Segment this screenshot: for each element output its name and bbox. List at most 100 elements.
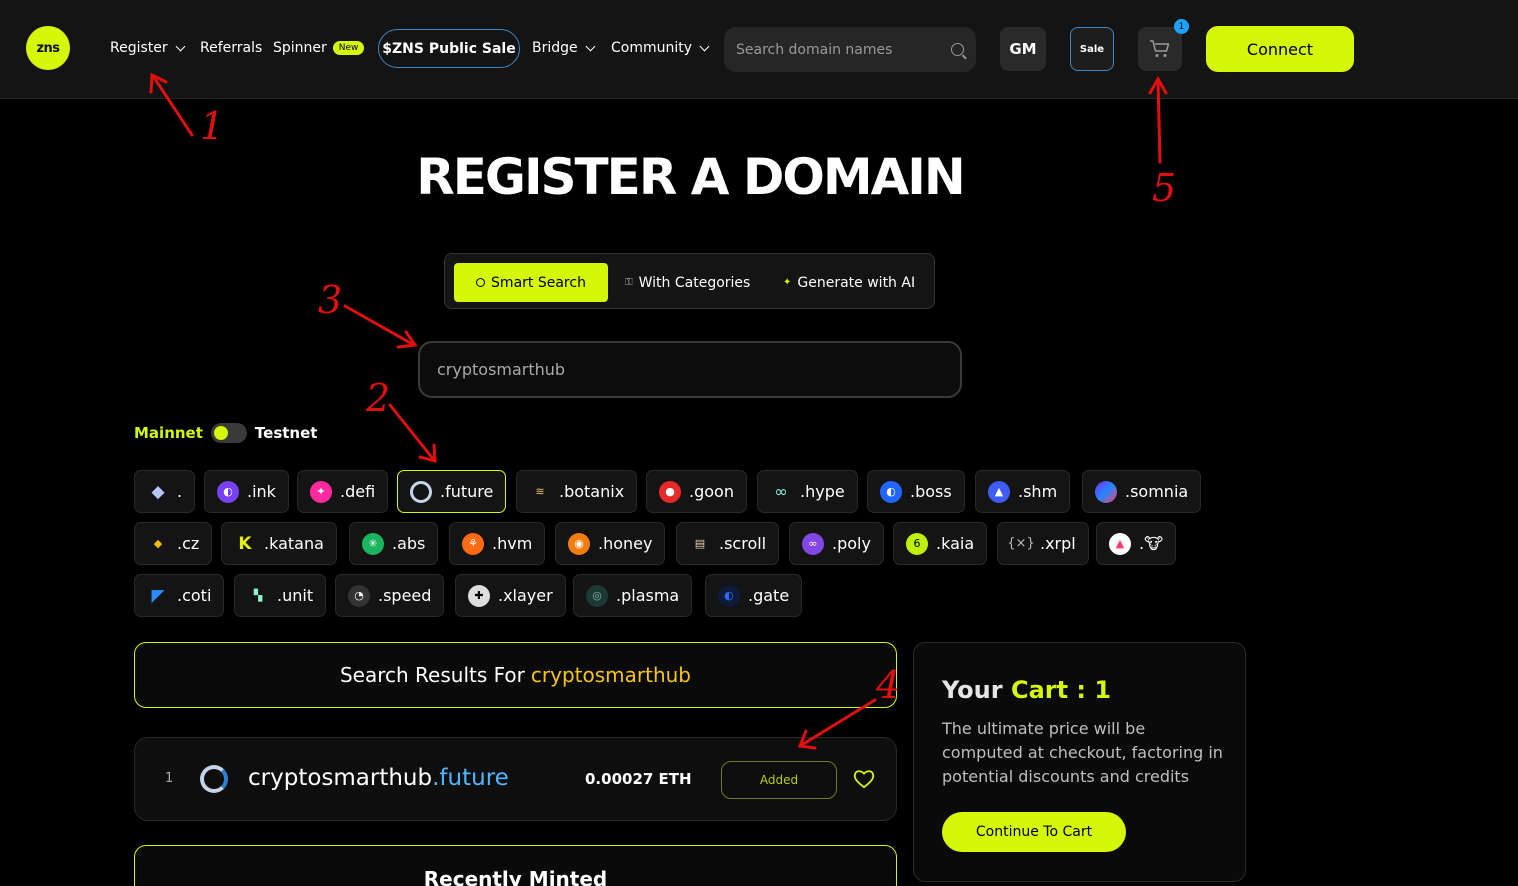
network-toggle[interactable] — [210, 423, 247, 443]
unit-icon: ▚ — [253, 589, 263, 602]
tld-chip-gate[interactable]: ◐ .gate — [705, 574, 803, 617]
tld-chip-kaia[interactable]: 6 .kaia — [893, 522, 988, 565]
tld-label: . — [177, 482, 183, 501]
tld-chip-goon[interactable]: ● .goon — [646, 470, 747, 513]
search-mode-tabs: Smart Search ⚿ With Categories ✦ Generat… — [444, 253, 935, 309]
ethereum-icon: ◆ — [151, 481, 165, 502]
tld-chip-defi[interactable]: ✦ .defi — [297, 470, 389, 513]
zns-logo[interactable]: zns — [26, 26, 70, 70]
nav-bridge[interactable]: Bridge — [532, 40, 596, 56]
gm-button[interactable]: GM — [1000, 27, 1046, 71]
cart-count-badge: 1 — [1174, 19, 1189, 34]
speed-icon: ◔ — [348, 584, 370, 607]
result-domain-name: cryptosmarthub — [248, 765, 433, 791]
xlayer-icon: ✚ — [468, 584, 490, 607]
tld-chip-plasma[interactable]: ◎ .plasma — [573, 574, 693, 617]
tld-label: .abs — [392, 534, 426, 553]
goon-icon: ● — [659, 480, 681, 503]
sparkle-icon: ✦ — [783, 277, 792, 288]
tld-label: .shm — [1018, 482, 1058, 501]
nav-community[interactable]: Community — [611, 40, 710, 56]
future-icon — [200, 765, 228, 793]
tld-chip-ink[interactable]: ◐ .ink — [204, 470, 289, 513]
cart-panel: Your Cart : 1 The ultimate price will be… — [913, 642, 1246, 882]
annotation-4: 4 — [876, 663, 901, 707]
tld-chip-somnia[interactable]: .somnia — [1082, 470, 1202, 513]
nav-spinner-label: Spinner — [273, 40, 327, 56]
tld-label: .hvm — [492, 534, 533, 553]
nav-register-label: Register — [110, 40, 168, 56]
future-icon — [410, 480, 432, 503]
cart-button[interactable] — [1138, 27, 1182, 71]
poly-icon: ∞ — [802, 532, 824, 555]
hvm-icon: ⚘ — [462, 532, 484, 555]
cart-description: The ultimate price will be computed at c… — [942, 719, 1223, 786]
chevron-down-icon — [585, 41, 596, 51]
sale-button[interactable]: Sale — [1070, 27, 1114, 71]
tld-label: .hype — [800, 482, 845, 501]
tld-chip-botanix[interactable]: ≋ .botanix — [516, 470, 638, 513]
tld-label: .poly — [832, 534, 871, 553]
public-sale-button[interactable]: $ZNS Public Sale — [378, 29, 520, 68]
abs-icon: ✳ — [362, 532, 384, 555]
connect-button[interactable]: Connect — [1206, 26, 1354, 72]
tld-chip-hype[interactable]: ∞ .hype — [757, 470, 858, 513]
added-button[interactable]: Added — [721, 761, 837, 799]
chevron-down-icon — [175, 41, 186, 51]
top-nav: zns Register Referrals Spinner New $ZNS … — [0, 0, 1518, 99]
result-domain-tld: .future — [432, 765, 509, 791]
tld-chip-eth[interactable]: ◆ . — [134, 470, 196, 513]
shm-icon: ▲ — [988, 480, 1010, 503]
tld-chip-xrpl[interactable]: {×} .xrpl — [997, 522, 1089, 565]
tld-label: .plasma — [616, 586, 680, 605]
result-row: 1 cryptosmarthub.future 0.00027 ETH Adde… — [134, 737, 897, 821]
search-icon[interactable] — [951, 43, 964, 56]
tld-chip-xlayer[interactable]: ✚ .xlayer — [455, 574, 566, 617]
nav-register[interactable]: Register — [110, 40, 186, 56]
tld-chip-cow[interactable]: ▲ .🐮 — [1096, 522, 1177, 565]
nav-referrals[interactable]: Referrals — [200, 40, 262, 56]
tld-label: .future — [440, 482, 494, 501]
tld-label: .xrpl — [1040, 534, 1076, 553]
recently-minted-heading: Recently Minted — [134, 845, 897, 886]
domain-search-bar — [724, 27, 976, 72]
tab-generate-ai[interactable]: ✦ Generate with AI — [783, 263, 915, 302]
annotation-1: 1 — [200, 104, 225, 148]
tld-label: .somnia — [1125, 482, 1189, 501]
gate-icon: ◐ — [718, 584, 740, 607]
tld-label: .goon — [689, 482, 734, 501]
tld-chip-future[interactable]: .future — [397, 470, 507, 513]
cart-title: Your Cart : 1 — [942, 676, 1111, 704]
tld-chip-speed[interactable]: ◔ .speed — [335, 574, 445, 617]
cz-icon: ◆ — [153, 537, 163, 550]
tld-chip-shm[interactable]: ▲ .shm — [975, 470, 1071, 513]
tld-chip-unit[interactable]: ▚ .unit — [234, 574, 327, 617]
domain-query-input[interactable] — [437, 360, 943, 379]
heart-icon[interactable] — [853, 769, 875, 789]
continue-to-cart-button[interactable]: Continue To Cart — [942, 812, 1126, 852]
tld-chip-abs[interactable]: ✳ .abs — [349, 522, 439, 565]
search-results-heading: Search Results For cryptosmarthub — [134, 642, 897, 708]
search-input[interactable] — [736, 41, 951, 58]
tab-smart-search[interactable]: Smart Search — [454, 263, 608, 302]
tab-with-categories[interactable]: ⚿ With Categories — [625, 263, 750, 302]
lock-icon: ⚿ — [625, 277, 633, 288]
tld-chip-coti[interactable]: ◤ .coti — [134, 574, 225, 617]
tld-chip-honey[interactable]: ◉ .honey — [555, 522, 666, 565]
tld-chip-cz[interactable]: ◆ .cz — [134, 522, 213, 565]
tld-chip-poly[interactable]: ∞ .poly — [789, 522, 884, 565]
tld-label: .gate — [748, 586, 790, 605]
kaia-icon: 6 — [906, 532, 928, 555]
tld-chip-boss[interactable]: ◐ .boss — [867, 470, 965, 513]
result-price: 0.00027 ETH — [585, 770, 692, 788]
tld-chip-scroll[interactable]: ▤ .scroll — [676, 522, 780, 565]
honey-icon: ◉ — [568, 532, 590, 555]
tld-chip-katana[interactable]: K .katana — [221, 522, 337, 565]
xrpl-icon: {×} — [1007, 536, 1035, 551]
domain-query-field — [418, 341, 962, 398]
tld-chip-hvm[interactable]: ⚘ .hvm — [449, 522, 546, 565]
annotation-2: 2 — [366, 376, 391, 420]
nav-spinner[interactable]: Spinner New — [273, 40, 365, 56]
tld-label: .boss — [910, 482, 952, 501]
nav-bridge-label: Bridge — [532, 40, 578, 56]
